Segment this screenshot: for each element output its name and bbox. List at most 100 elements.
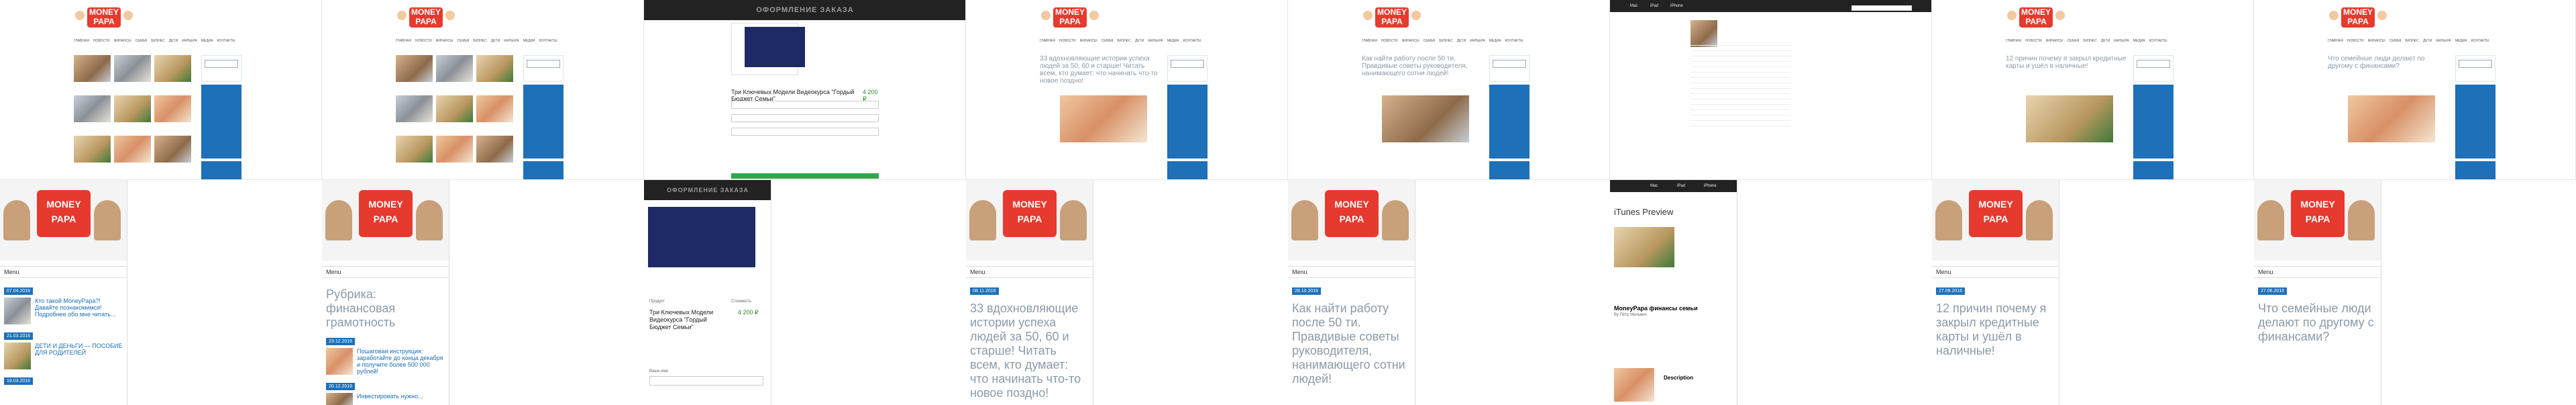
nav-item[interactable]: МЕДИА: [1489, 39, 1501, 44]
name-field[interactable]: [649, 376, 763, 386]
order-field[interactable]: [731, 128, 879, 136]
nav-item[interactable]: ФИНАНСЫ: [114, 39, 131, 44]
promo-widget[interactable]: [1167, 161, 1208, 179]
nav-item[interactable]: КОНТАКТЫ: [1505, 39, 1523, 44]
post-title-link[interactable]: ДЕТИ И ДЕНЬГИ — ПОСОБИЕ ДЛЯ РОДИТЕЛЕЙ: [35, 343, 123, 369]
search-input[interactable]: [527, 60, 560, 68]
post-thumbnail[interactable]: [154, 95, 191, 122]
post-thumbnail[interactable]: [154, 55, 191, 82]
nav-item[interactable]: МЕДИА: [2455, 39, 2467, 44]
post-title-link[interactable]: Кто такой MoneyPapa?! Давайте познакомим…: [35, 298, 123, 324]
article-title[interactable]: Как найти работу после 50 ти. Правдивые …: [1362, 55, 1483, 77]
order-field[interactable]: [731, 114, 879, 122]
promo-widget[interactable]: [2455, 161, 2496, 179]
nav-item[interactable]: ФИНАНСЫ: [2368, 39, 2385, 44]
mobile-menu-toggle[interactable]: Menu: [1288, 266, 1415, 278]
nav-item[interactable]: СЕМЬЯ: [136, 39, 148, 44]
subscribe-widget[interactable]: [1489, 85, 1529, 159]
nav-item[interactable]: НОВОСТИ: [93, 39, 110, 44]
nav-item[interactable]: КОНТАКТЫ: [2149, 39, 2167, 44]
nav-item[interactable]: ГЛАВНАЯ: [2328, 39, 2343, 44]
nav-item[interactable]: БИЗНЕС: [1439, 39, 1452, 44]
article-title[interactable]: 33 вдохновляющие истории успеха людей за…: [970, 302, 1089, 400]
order-field[interactable]: [731, 101, 879, 109]
mobile-logo[interactable]: MONEY PAPA: [359, 190, 413, 237]
mobile-itunes-link[interactable]: iPad: [1677, 184, 1685, 188]
search-input[interactable]: [2137, 60, 2170, 68]
nav-item[interactable]: ГЛАВНАЯ: [2006, 39, 2021, 44]
list-item[interactable]: Пошаговая инструкция: заработайте до кон…: [326, 348, 445, 375]
promo-widget[interactable]: [201, 161, 241, 179]
nav-item[interactable]: КАРЬЕРА: [504, 39, 519, 44]
post-thumbnail[interactable]: [436, 55, 473, 82]
post-thumbnail[interactable]: [154, 136, 191, 163]
nav-item[interactable]: БИЗНЕС: [151, 39, 164, 44]
post-thumbnail[interactable]: [74, 136, 111, 163]
post-thumbnail[interactable]: [396, 136, 433, 163]
post-thumbnail[interactable]: [114, 95, 151, 122]
promo-widget[interactable]: [1489, 161, 1529, 179]
post-thumbnail[interactable]: [114, 55, 151, 82]
post-thumbnail[interactable]: [476, 136, 513, 163]
nav-item[interactable]: НОВОСТИ: [2025, 39, 2042, 44]
site-logo[interactable]: MONEY PAPA: [2006, 5, 2066, 34]
mobile-logo[interactable]: MONEY PAPA: [37, 190, 91, 237]
post-thumbnail[interactable]: [396, 55, 433, 82]
itunes-top-link[interactable]: Mac: [1630, 4, 1638, 8]
nav-item[interactable]: КОНТАКТЫ: [1183, 39, 1201, 44]
nav-item[interactable]: КАРЬЕРА: [2114, 39, 2129, 44]
search-input[interactable]: [205, 60, 238, 68]
post-title-link[interactable]: Инвестировать нужно...: [357, 393, 445, 405]
nav-item[interactable]: МЕДИА: [2133, 39, 2145, 44]
nav-item[interactable]: КОНТАКТЫ: [539, 39, 557, 44]
nav-item[interactable]: ДЕТИ: [491, 39, 500, 44]
itunes-top-link[interactable]: iPhone: [1670, 4, 1683, 8]
post-thumbnail[interactable]: [476, 95, 513, 122]
nav-item[interactable]: СЕМЬЯ: [2390, 39, 2402, 44]
site-logo[interactable]: MONEY PAPA: [1362, 5, 1422, 34]
subscribe-widget[interactable]: [201, 85, 241, 159]
mobile-logo[interactable]: MONEY PAPA: [1325, 190, 1379, 237]
nav-item[interactable]: ГЛАВНАЯ: [1040, 39, 1055, 44]
nav-item[interactable]: КАРЬЕРА: [1148, 39, 1163, 44]
nav-item[interactable]: СЕМЬЯ: [1102, 39, 1114, 44]
nav-item[interactable]: НОВОСТИ: [415, 39, 432, 44]
nav-item[interactable]: МЕДИА: [523, 39, 535, 44]
nav-item[interactable]: БИЗНЕС: [473, 39, 486, 44]
nav-item[interactable]: КАРЬЕРА: [182, 39, 197, 44]
mobile-logo[interactable]: MONEY PAPA: [1969, 190, 2023, 237]
submit-order-button[interactable]: [731, 173, 879, 179]
site-logo[interactable]: MONEY PAPA: [74, 5, 134, 34]
list-item[interactable]: Кто такой MoneyPapa?! Давайте познакомим…: [4, 298, 123, 324]
nav-item[interactable]: СЕМЬЯ: [458, 39, 470, 44]
site-logo[interactable]: MONEY PAPA: [1040, 5, 1100, 34]
mobile-menu-toggle[interactable]: Menu: [0, 266, 127, 278]
mobile-menu-toggle[interactable]: Menu: [322, 266, 449, 278]
nav-item[interactable]: ФИНАНСЫ: [2046, 39, 2063, 44]
mobile-itunes-link[interactable]: Mac: [1650, 184, 1658, 188]
site-logo[interactable]: MONEY PAPA: [396, 5, 456, 34]
mobile-menu-toggle[interactable]: Menu: [2254, 266, 2381, 278]
article-title[interactable]: Как найти работу после 50 ти. Правдивые …: [1292, 302, 1411, 386]
promo-widget[interactable]: [523, 161, 564, 179]
nav-item[interactable]: СЕМЬЯ: [1424, 39, 1436, 44]
nav-item[interactable]: НОВОСТИ: [2347, 39, 2364, 44]
nav-item[interactable]: КОНТАКТЫ: [2471, 39, 2489, 44]
article-title[interactable]: 33 вдохновляющие истории успеха людей за…: [1040, 55, 1161, 85]
post-thumbnail[interactable]: [74, 95, 111, 122]
nav-item[interactable]: МЕДИА: [201, 39, 213, 44]
nav-item[interactable]: КОНТАКТЫ: [217, 39, 235, 44]
nav-item[interactable]: ГЛАВНАЯ: [1362, 39, 1377, 44]
nav-item[interactable]: НОВОСТИ: [1381, 39, 1398, 44]
post-thumbnail[interactable]: [396, 95, 433, 122]
post-thumbnail[interactable]: [436, 95, 473, 122]
nav-item[interactable]: ФИНАНСЫ: [436, 39, 453, 44]
nav-item[interactable]: БИЗНЕС: [2083, 39, 2096, 44]
nav-item[interactable]: ДЕТИ: [1135, 39, 1144, 44]
nav-item[interactable]: ДЕТИ: [169, 39, 178, 44]
article-title[interactable]: Что семейные люди делают по другому с фи…: [2328, 55, 2449, 70]
nav-item[interactable]: НОВОСТИ: [1059, 39, 1076, 44]
post-thumbnail[interactable]: [476, 55, 513, 82]
nav-item[interactable]: ФИНАНСЫ: [1402, 39, 1419, 44]
nav-item[interactable]: ФИНАНСЫ: [1080, 39, 1097, 44]
